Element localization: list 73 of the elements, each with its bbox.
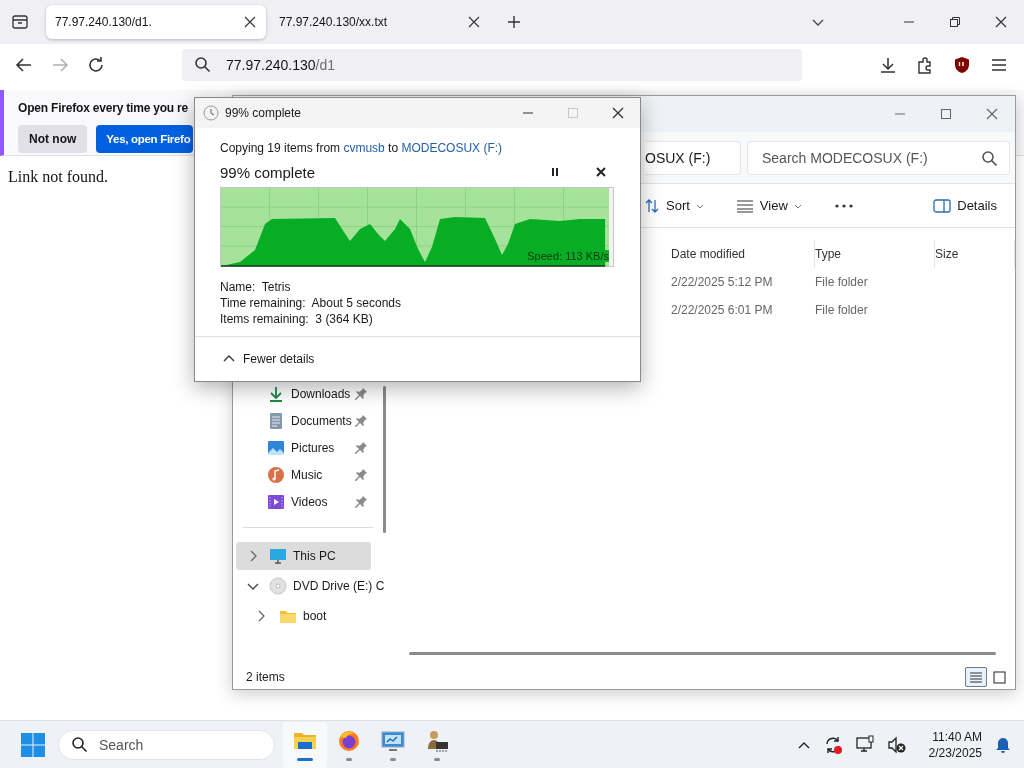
nav-item[interactable]: Documents [236,410,374,432]
browser-tab[interactable]: 77.97.240.130/d1. [46,5,266,39]
page-text: Link not found. [8,168,108,186]
sort-arrows-icon[interactable] [644,197,660,214]
address-field[interactable]: OSUX (F:) [645,140,741,175]
tab-list-icon[interactable] [10,12,30,32]
notification-button[interactable] [994,735,1012,754]
nav-item[interactable]: Downloads [236,383,374,405]
panel-icon[interactable] [933,198,952,213]
close-icon[interactable] [243,15,257,29]
pause-icon[interactable] [549,166,561,178]
browser-icon[interactable] [337,728,361,753]
nav-item[interactable]: Pictures [236,437,374,459]
volume-button[interactable] [886,734,907,755]
person-chip-icon[interactable] [425,728,449,753]
close-icon[interactable] [610,106,625,120]
close-icon[interactable] [467,15,481,29]
window-title: 99% complete [225,106,302,120]
dismiss-button[interactable]: Not now [18,125,88,153]
monitor-chart-icon[interactable] [381,728,405,753]
sort-button[interactable]: Sort [638,193,710,218]
lines-icon[interactable] [735,198,754,213]
search-field[interactable]: Search MODECOSUX (F:) [747,140,1010,175]
clock-time: 11:40 AM [932,728,982,745]
picture-icon [267,439,285,457]
speed-label: Speed: 113 KB/s [527,250,609,262]
detail-line: Name: Tetris [220,279,292,295]
monitor-icon [269,547,287,565]
table-cell-text: File folder [815,303,869,317]
search-icon [194,56,212,74]
tree-item[interactable]: This PC [236,542,371,570]
close-icon[interactable] [994,15,1008,29]
film-icon [267,493,285,511]
browser-tab[interactable]: 77.97.240.130/xx.txt [270,5,490,39]
clock-date: 2/23/2025 [928,744,982,761]
search-icon [71,735,89,754]
music-note-icon [267,466,285,484]
detail-line: Items remaining: 3 (364 KB) [220,311,374,327]
notification-text: Open Firefox every time you re [18,101,189,115]
view-button[interactable]: View [729,194,808,217]
new-tab-icon[interactable] [506,14,522,30]
clock-icon [203,105,219,121]
folder-app-button[interactable] [283,721,327,768]
maximize-icon[interactable] [940,108,952,120]
disc-icon [269,577,287,595]
document-icon [267,412,285,430]
detail-line: Time remaining: About 5 seconds [220,295,402,311]
nav-item[interactable]: Music [236,464,374,486]
nav-item[interactable]: Videos [236,491,374,513]
table-cell-text: File folder [815,275,869,289]
folder-link[interactable]: MODECOSUX (F:) [401,141,503,155]
confirm-button[interactable]: Yes, open Firefo [96,125,194,153]
download-arrow-icon [267,385,285,403]
search-icon [981,149,997,166]
progress-heading: 99% complete [220,163,316,181]
address-bar[interactable]: 77.97.240.130/d1 [182,49,802,81]
start-button[interactable] [20,731,46,758]
folder-link[interactable]: cvmusb [343,141,385,155]
table-cell-text: 2/22/2025 6:01 PM [671,303,774,317]
column-header[interactable]: Type [815,240,935,268]
column-header[interactable]: Date modified [671,240,815,268]
search-field[interactable]: Search [58,729,275,760]
copy-summary: Copying 19 items from cvmusb to MODECOSUX (F:) [220,141,503,155]
column-header[interactable]: Size [935,240,1015,268]
details-toggle[interactable]: Fewer details [223,352,315,366]
more-icon[interactable] [833,202,854,209]
close-icon[interactable] [595,166,607,178]
table-cell-text: 2/22/2025 5:12 PM [671,275,774,289]
restore-icon[interactable] [949,16,961,28]
tree-item[interactable]: boot [236,602,380,630]
status-text: 2 items [246,670,285,684]
network-button[interactable] [854,734,875,755]
details-button[interactable]: Details [927,194,1003,217]
